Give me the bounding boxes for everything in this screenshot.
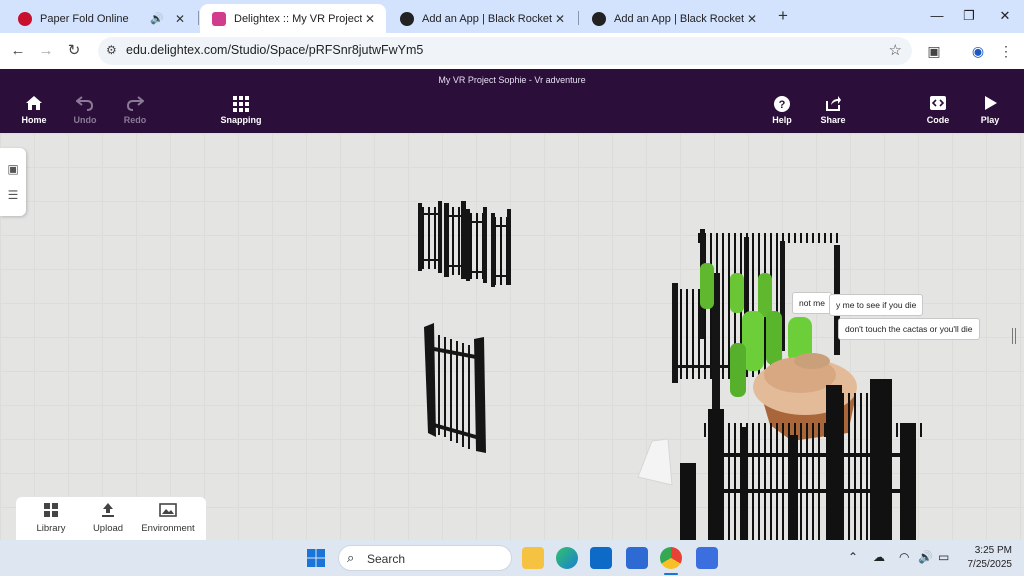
play-button[interactable]: Play — [960, 95, 1020, 125]
app-header: My VR Project Sophie - Vr adventure Home… — [0, 69, 1024, 133]
code-label: Code — [926, 115, 950, 125]
gallery-icon[interactable]: ▣ — [6, 162, 20, 176]
cast-icon[interactable]: ▣ — [924, 41, 944, 61]
play-icon — [985, 96, 997, 110]
battery-icon[interactable]: ▭ — [938, 550, 949, 564]
close-tab-icon[interactable]: ✕ — [172, 12, 188, 26]
gate-center — [424, 323, 486, 453]
upload-icon — [102, 503, 114, 517]
upload-button[interactable]: Upload — [86, 502, 130, 534]
project-title: My VR Project Sophie - Vr adventure — [438, 75, 586, 85]
tab-delightex[interactable]: Delightex :: My VR Project Sophi ✕ — [200, 4, 386, 33]
library-icon — [44, 503, 58, 517]
upload-label: Upload — [92, 523, 124, 534]
restore-button[interactable]: ❐ — [954, 6, 984, 26]
play-label: Play — [980, 115, 1000, 125]
svg-text:?: ? — [779, 99, 786, 111]
grid-icon — [233, 96, 249, 112]
delightex-app-icon[interactable] — [696, 547, 718, 569]
library-label: Library — [36, 523, 66, 534]
back-button[interactable]: ← — [8, 41, 28, 61]
tab-black-rocket-1[interactable]: Add an App | Black Rocket Arca ✕ — [388, 4, 576, 33]
tab-title: Delightex :: My VR Project Sophi — [234, 12, 362, 25]
windows-start-icon[interactable] — [306, 548, 326, 568]
new-tab-button[interactable]: + — [774, 6, 792, 26]
white-block — [637, 438, 673, 486]
library-button[interactable]: Library — [30, 502, 72, 534]
profile-icon[interactable]: ◉ — [968, 41, 988, 61]
speech-bubble[interactable]: y me to see if you die — [829, 294, 924, 316]
windows-taskbar: ⌕ Search ⌃ ☁ ◠ 🔊 ▭ 3:25 PM 7/25/2025 — [0, 540, 1024, 576]
environment-label: Environment — [141, 523, 195, 534]
menu-icon[interactable]: ⋮ — [996, 41, 1016, 61]
minimize-button[interactable]: — — [922, 6, 952, 26]
reload-button[interactable]: ↻ — [64, 41, 84, 61]
delightex-favicon-icon — [212, 11, 226, 26]
wifi-icon[interactable]: ◠ — [899, 550, 909, 564]
browser-tab-strip: Paper Fold Online 🔊 ✕ Delightex :: My VR… — [0, 0, 1024, 33]
environment-icon — [159, 503, 177, 517]
active-app-indicator — [664, 573, 678, 575]
chrome-icon[interactable] — [660, 547, 682, 569]
browser-toolbar: ← → ↻ ⚙ edu.delightex.com/Studio/Space/p… — [0, 33, 1024, 69]
resize-handle[interactable] — [1012, 328, 1018, 344]
snapping-label: Snapping — [220, 115, 262, 125]
bookmark-star-icon[interactable]: ☆ — [889, 41, 902, 59]
search-icon: ⌕ — [347, 550, 355, 565]
paper-fold-favicon-icon — [18, 11, 32, 26]
undo-icon — [76, 96, 94, 111]
close-window-button[interactable]: ✕ — [990, 6, 1020, 26]
site-info-icon[interactable]: ⚙ — [106, 43, 117, 57]
outlook-icon[interactable] — [590, 547, 612, 569]
redo-label: Redo — [123, 115, 147, 125]
volume-icon[interactable]: 🔊 — [918, 550, 933, 564]
search-placeholder: Search — [367, 552, 406, 566]
url-text: edu.delightex.com/Studio/Space/pRFSnr8ju… — [126, 43, 424, 57]
close-tab-icon[interactable]: ✕ — [362, 12, 378, 26]
3d-scene-viewport[interactable]: not me y me to see if you die don't touc… — [0, 133, 1024, 540]
tab-black-rocket-2[interactable]: Add an App | Black Rocket Arca ✕ — [580, 4, 768, 33]
code-icon — [930, 96, 946, 110]
share-label: Share — [820, 115, 846, 125]
black-rocket-favicon-icon — [400, 11, 414, 26]
close-tab-icon[interactable]: ✕ — [552, 12, 568, 26]
tab-title: Paper Fold Online — [40, 12, 129, 25]
system-clock[interactable]: 3:25 PM 7/25/2025 — [956, 544, 1013, 572]
share-button[interactable]: Share — [803, 95, 863, 125]
tab-paper-fold[interactable]: Paper Fold Online 🔊 ✕ — [6, 4, 196, 33]
help-icon: ? — [774, 96, 790, 112]
clock-time: 3:25 PM — [974, 545, 1012, 556]
home-icon — [26, 96, 42, 110]
fence-group-small — [418, 201, 511, 287]
edge-icon[interactable] — [556, 547, 578, 569]
share-icon — [826, 96, 841, 111]
redo-icon — [126, 96, 144, 111]
show-hidden-icons-icon[interactable]: ⌃ — [848, 550, 858, 564]
speech-bubble[interactable]: don't touch the cactas or you'll die — [838, 318, 980, 340]
code-button[interactable]: Code — [908, 95, 968, 125]
store-icon[interactable] — [626, 547, 648, 569]
forward-button[interactable]: → — [36, 41, 56, 61]
snapping-button[interactable]: Snapping — [211, 95, 271, 125]
tab-title: Add an App | Black Rocket Arca — [422, 12, 552, 25]
close-tab-icon[interactable]: ✕ — [744, 12, 760, 26]
list-icon[interactable]: ☰ — [6, 188, 20, 202]
speaker-icon[interactable]: 🔊 — [150, 12, 164, 25]
address-bar[interactable]: ⚙ edu.delightex.com/Studio/Space/pRFSnr8… — [98, 37, 912, 65]
library-panel: Library Upload Environment — [16, 497, 206, 540]
scene-side-panel: ▣ ☰ — [0, 148, 26, 216]
file-explorer-icon[interactable] — [522, 547, 544, 569]
environment-button[interactable]: Environment — [136, 502, 200, 534]
black-rocket-favicon-icon — [592, 11, 606, 26]
speech-bubble[interactable]: not me — [792, 292, 832, 314]
redo-button[interactable]: Redo — [105, 95, 165, 125]
taskbar-search[interactable]: ⌕ Search — [338, 545, 512, 571]
clock-date: 7/25/2025 — [967, 559, 1013, 570]
tab-title: Add an App | Black Rocket Arca — [614, 12, 744, 25]
cloud-icon[interactable]: ☁ — [873, 550, 885, 564]
